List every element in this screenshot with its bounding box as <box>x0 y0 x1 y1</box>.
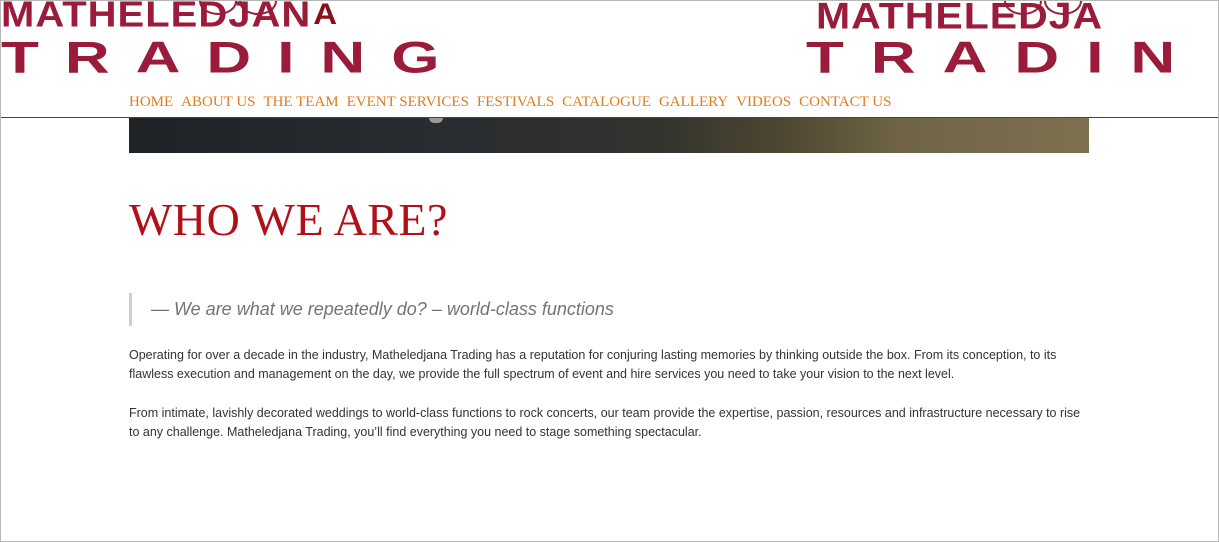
intro-paragraph: Operating for over a decade in the indus… <box>129 348 1057 381</box>
quote-text: — We are what we repeatedly do? – world-… <box>151 299 614 319</box>
quote-block: — We are what we repeatedly do? – world-… <box>129 293 614 326</box>
logo-company-name-last-letter: A <box>313 1 339 31</box>
page-title: WHO WE ARE? <box>129 194 448 245</box>
nav-item-contact-us[interactable]: CONTACT US <box>799 93 891 111</box>
nav-item-home[interactable]: HOME <box>129 93 173 111</box>
site-logo-repeat: MATHELEDJA TRADIN <box>806 1 1218 91</box>
browser-viewport: MATHELEDJANA TRADING MATHELEDJA TRADIN H… <box>0 0 1219 542</box>
logo-company-name: MATHELEDJANA <box>1 1 338 36</box>
hero-image-detail <box>429 118 443 123</box>
nav-item-festivals[interactable]: FESTIVALS <box>477 93 554 111</box>
hero-image <box>129 118 1089 153</box>
site-header: MATHELEDJANA TRADING MATHELEDJA TRADIN H… <box>1 1 1218 118</box>
logo-trading-text: TRADING <box>1 32 466 83</box>
nav-item-about-us[interactable]: ABOUT US <box>181 93 255 111</box>
nav-item-catalogue[interactable]: CATALOGUE <box>562 93 651 111</box>
logo-company-name-text: MATHELEDJAN <box>1 1 312 35</box>
nav-item-gallery[interactable]: GALLERY <box>659 93 728 111</box>
nav-item-the-team[interactable]: THE TEAM <box>264 93 339 111</box>
main-nav: HOME ABOUT US THE TEAM EVENT SERVICES FE… <box>129 93 899 111</box>
logo-trading-text-repeat: TRADIN <box>806 32 1203 83</box>
nav-item-event-services[interactable]: EVENT SERVICES <box>347 93 469 111</box>
nav-item-videos[interactable]: VIDEOS <box>736 93 791 111</box>
site-logo[interactable]: MATHELEDJANA TRADING <box>1 1 531 91</box>
services-paragraph: From intimate, lavishly decorated weddin… <box>129 406 1081 439</box>
